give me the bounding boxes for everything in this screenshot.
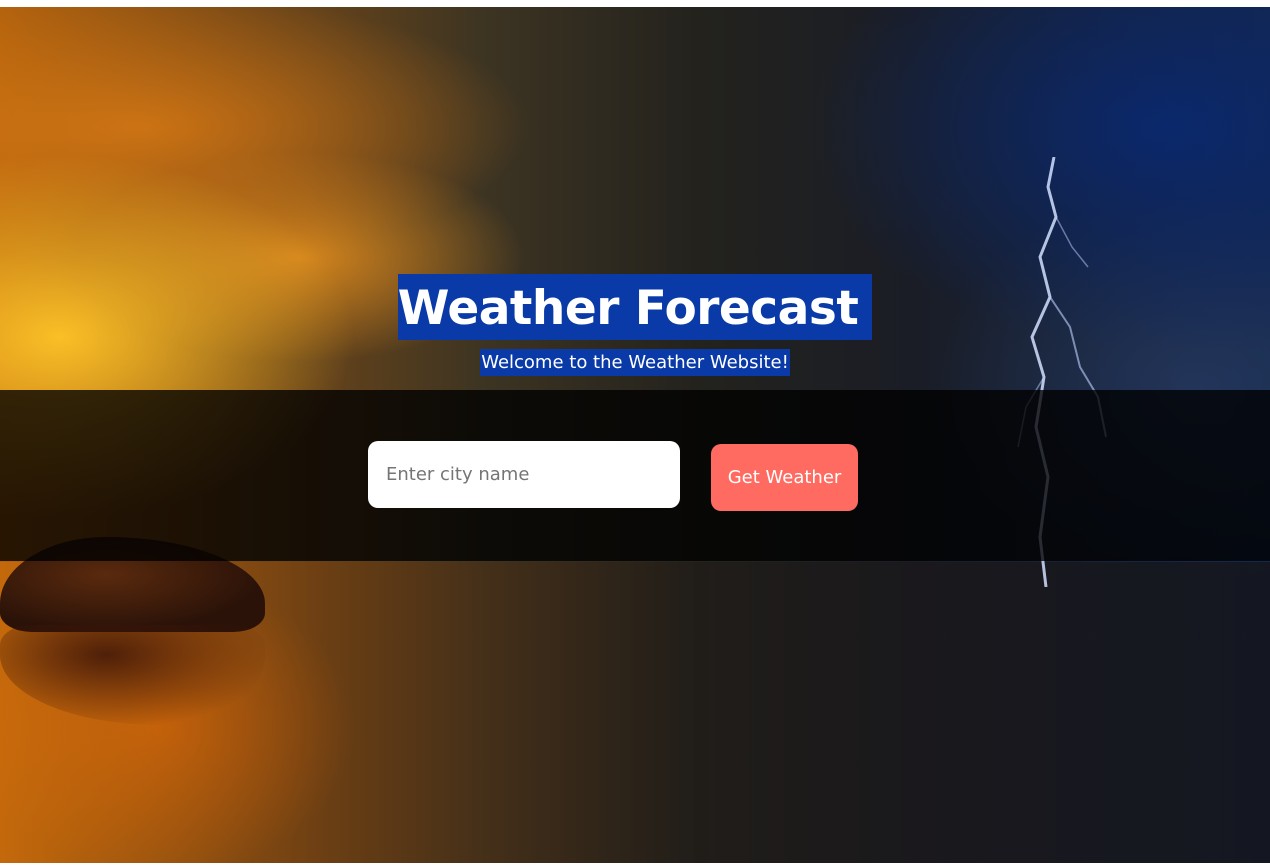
weather-page: Weather Forecast Welcome to the Weather … xyxy=(0,0,1270,865)
top-strip xyxy=(0,0,1270,7)
city-search-input[interactable] xyxy=(368,441,680,508)
search-panel: Get Weather xyxy=(0,390,1270,561)
page-title: Weather Forecast xyxy=(397,274,873,340)
get-weather-button[interactable]: Get Weather xyxy=(711,444,858,511)
page-subtitle: Welcome to the Weather Website! xyxy=(480,349,790,376)
island-reflection xyxy=(0,625,265,725)
page-header: Weather Forecast Welcome to the Weather … xyxy=(0,274,1270,376)
